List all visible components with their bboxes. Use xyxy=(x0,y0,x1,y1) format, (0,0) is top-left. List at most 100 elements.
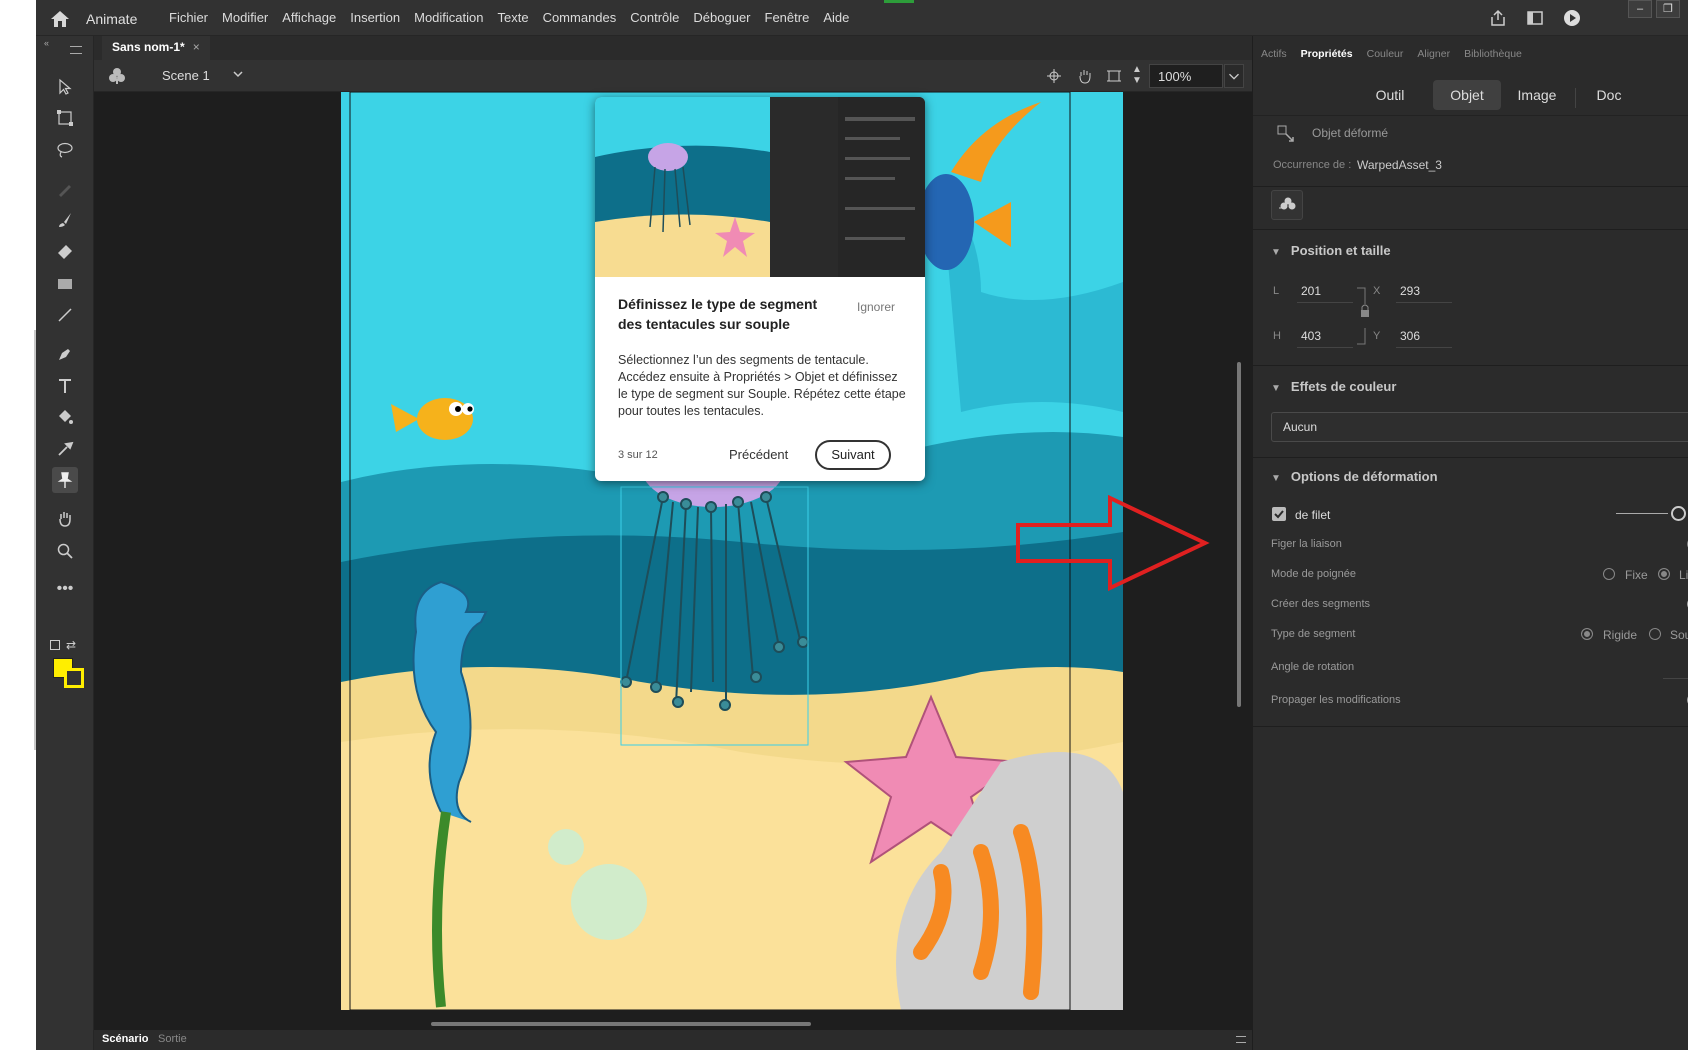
edit-symbol-icon[interactable] xyxy=(108,67,126,85)
hand-tool-icon[interactable] xyxy=(52,506,78,532)
segment-soft-radio[interactable] xyxy=(1649,628,1661,640)
height-label: H xyxy=(1273,330,1281,342)
menu-affichage[interactable]: Affichage xyxy=(282,10,336,25)
subtab-outil[interactable]: Outil xyxy=(1361,80,1419,110)
more-tools-icon[interactable]: ••• xyxy=(52,576,78,602)
chevron-down-icon: ▼ xyxy=(1271,247,1281,258)
next-button[interactable]: Suivant xyxy=(815,440,891,470)
tab-couleur[interactable]: Couleur xyxy=(1367,48,1404,68)
asset-warp-tool-icon[interactable] xyxy=(52,467,78,493)
paint-bucket-tool-icon[interactable] xyxy=(52,404,78,430)
collapse-panel-icon[interactable]: « xyxy=(44,38,49,48)
subtab-objet[interactable]: Objet xyxy=(1433,80,1501,110)
divider xyxy=(1253,186,1688,187)
menu-insertion[interactable]: Insertion xyxy=(350,10,400,25)
lasso-tool-icon[interactable] xyxy=(52,137,78,163)
clip-stage-icon[interactable] xyxy=(1106,68,1122,84)
menu-aide[interactable]: Aide xyxy=(823,10,849,25)
menu-commandes[interactable]: Commandes xyxy=(543,10,617,25)
handle-mode-label: Mode de poignée xyxy=(1271,568,1357,580)
app-name: Animate xyxy=(86,11,138,27)
y-label: Y xyxy=(1373,330,1381,342)
minimize-icon[interactable]: – xyxy=(1628,0,1652,18)
test-movie-icon[interactable] xyxy=(1563,9,1581,27)
previous-button[interactable]: Précédent xyxy=(729,447,788,462)
tab-aligner[interactable]: Aligner xyxy=(1417,48,1450,68)
subtab-doc[interactable]: Doc xyxy=(1575,80,1643,110)
color-effect-select[interactable]: Aucun ⌄ xyxy=(1271,412,1688,442)
tab-proprietes[interactable]: Propriétés xyxy=(1301,48,1353,68)
scene-name[interactable]: Scene 1 xyxy=(162,68,210,83)
swap-symbol-button[interactable] xyxy=(1271,190,1303,220)
height-underline xyxy=(1297,347,1353,348)
zoom-dropdown-icon[interactable] xyxy=(1224,64,1244,88)
lock-proportions-icon[interactable] xyxy=(1355,286,1373,346)
rectangle-tool-icon[interactable] xyxy=(52,271,78,297)
warp-options-title: Options de déformation xyxy=(1290,469,1438,484)
menu-fenetre[interactable]: Fenêtre xyxy=(765,10,810,25)
horizontal-scrollbar[interactable] xyxy=(431,1022,811,1026)
output-tab[interactable]: Sortie xyxy=(158,1033,187,1045)
share-icon[interactable] xyxy=(1489,9,1507,27)
pen-tool-icon[interactable] xyxy=(52,341,78,367)
selection-tool-icon[interactable] xyxy=(52,74,78,100)
eyedropper-tool-icon[interactable] xyxy=(52,436,78,462)
close-tab-icon[interactable]: × xyxy=(193,40,200,54)
zoom-input[interactable]: 100% xyxy=(1149,64,1223,88)
restore-icon[interactable]: ❐ xyxy=(1656,0,1680,18)
default-colors-icon[interactable] xyxy=(50,640,60,650)
workspace-icon[interactable] xyxy=(1526,9,1544,27)
instance-name[interactable]: WarpedAsset_3 xyxy=(1357,158,1442,172)
menu-texte[interactable]: Texte xyxy=(497,10,528,25)
zoom-tool-icon[interactable] xyxy=(52,538,78,564)
home-icon[interactable] xyxy=(49,9,71,29)
height-value[interactable]: 403 xyxy=(1301,329,1321,343)
menu-modifier[interactable]: Modifier xyxy=(222,10,268,25)
timeline-tab[interactable]: Scénario xyxy=(102,1033,148,1045)
x-value[interactable]: 293 xyxy=(1400,284,1420,298)
menu-deboguer[interactable]: Déboguer xyxy=(693,10,750,25)
mesh-slider-handle[interactable] xyxy=(1671,506,1686,521)
segment-soft-label: Souple xyxy=(1670,628,1688,642)
desktop-left-strip xyxy=(0,0,36,1050)
red-arrow-annotation xyxy=(1016,495,1210,592)
position-size-header[interactable]: ▼ Position et taille xyxy=(1271,243,1391,258)
free-transform-tool-icon[interactable] xyxy=(52,105,78,131)
vertical-scrollbar[interactable] xyxy=(1237,362,1241,707)
segment-rigid-radio[interactable] xyxy=(1581,628,1593,640)
handle-mode-free-radio[interactable] xyxy=(1658,568,1670,580)
subtab-image[interactable]: Image xyxy=(1503,80,1571,110)
skip-link[interactable]: Ignorer xyxy=(857,300,895,314)
mesh-slider-track[interactable] xyxy=(1616,513,1668,514)
x-underline xyxy=(1396,302,1452,303)
width-value[interactable]: 201 xyxy=(1301,284,1321,298)
menu-controle[interactable]: Contrôle xyxy=(630,10,679,25)
y-value[interactable]: 306 xyxy=(1400,329,1420,343)
menu-modification[interactable]: Modification xyxy=(414,10,483,25)
line-tool-icon[interactable] xyxy=(52,302,78,328)
menu-fichier[interactable]: Fichier xyxy=(169,10,208,25)
color-effects-header[interactable]: ▼ Effets de couleur xyxy=(1271,379,1396,394)
brush-tool-icon[interactable] xyxy=(52,207,78,233)
tab-actifs[interactable]: Actifs xyxy=(1261,48,1287,68)
tab-bibliotheque[interactable]: Bibliothèque xyxy=(1464,48,1522,68)
panel-menu-icon[interactable] xyxy=(1236,1036,1246,1043)
text-tool-icon[interactable] xyxy=(52,373,78,399)
handle-mode-fixed-radio[interactable] xyxy=(1603,568,1615,580)
stroke-color-swatch[interactable] xyxy=(64,668,84,688)
zoom-stepper-icon[interactable]: ▲ ▼ xyxy=(1132,64,1142,86)
rotation-angle-underline xyxy=(1663,678,1688,679)
eraser-tool-icon[interactable] xyxy=(52,239,78,265)
chevron-down-icon[interactable] xyxy=(232,68,244,80)
document-tab[interactable]: Sans nom-1* × xyxy=(102,36,210,60)
rotate-tool-icon[interactable] xyxy=(1077,68,1093,84)
swap-colors-icon[interactable]: ⇄ xyxy=(66,638,76,652)
panel-menu-icon[interactable] xyxy=(70,46,82,54)
warp-options-header[interactable]: ▼ Options de déformation xyxy=(1271,469,1438,484)
mesh-checkbox[interactable] xyxy=(1272,507,1286,521)
center-stage-icon[interactable] xyxy=(1046,68,1062,84)
pencil-tool-icon[interactable] xyxy=(52,176,78,202)
y-underline xyxy=(1396,347,1452,348)
propagate-changes-label: Propager les modifications xyxy=(1271,694,1401,706)
segment-type-label: Type de segment xyxy=(1271,628,1356,640)
